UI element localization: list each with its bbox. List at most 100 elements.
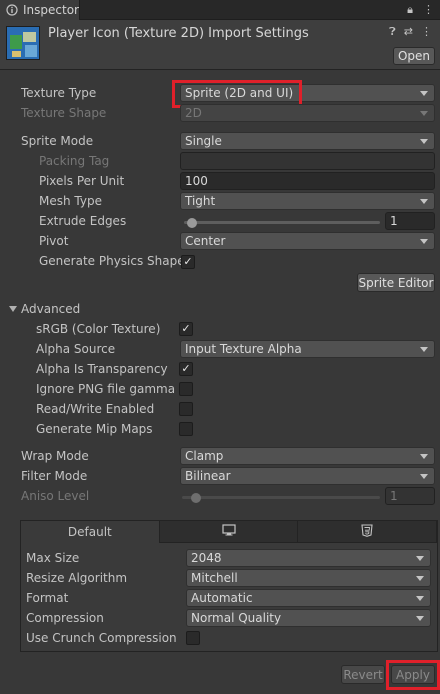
chevron-down-icon (420, 474, 428, 479)
max-size-dropdown[interactable]: 2048 (186, 549, 431, 567)
tab-default-label: Default (67, 525, 112, 539)
tab-webgl[interactable] (298, 521, 438, 543)
sprite-mode-dropdown[interactable]: Single (180, 132, 435, 150)
open-button[interactable]: Open (393, 47, 435, 65)
read-write-row: Read/Write Enabled (0, 400, 440, 420)
sprite-editor-button[interactable]: Sprite Editor (357, 273, 435, 292)
format-label: Format (26, 591, 69, 605)
tab-default[interactable]: Default (21, 521, 160, 543)
compression-dropdown[interactable]: Normal Quality (186, 609, 431, 627)
wrap-mode-dropdown[interactable]: Clamp (180, 447, 435, 465)
pivot-row: Pivot Center (0, 232, 440, 252)
tab-standalone[interactable] (159, 521, 299, 543)
chevron-down-icon (416, 616, 424, 621)
read-write-label: Read/Write Enabled (36, 402, 155, 416)
chevron-down-icon (416, 576, 424, 581)
filter-mode-row: Filter Mode Bilinear (0, 467, 440, 487)
format-dropdown[interactable]: Automatic (186, 589, 431, 607)
pixels-per-unit-row: Pixels Per Unit 100 (0, 172, 440, 192)
ignore-png-gamma-label: Ignore PNG file gamma (36, 382, 176, 396)
ignore-png-gamma-row: Ignore PNG file gamma (0, 380, 440, 400)
extrude-edges-row: Extrude Edges 1 (0, 212, 440, 232)
chevron-down-icon (420, 139, 428, 144)
srgb-row: sRGB (Color Texture) ✓ (0, 320, 440, 340)
tab-inspector[interactable]: Inspector (0, 0, 80, 20)
extrude-edges-field[interactable]: 1 (385, 212, 435, 230)
monitor-icon (221, 524, 236, 539)
compression-row: Compression Normal Quality (21, 609, 439, 629)
resize-algorithm-row: Resize Algorithm Mitchell (21, 569, 439, 589)
wrap-mode-label: Wrap Mode (21, 449, 89, 463)
aniso-level-row: Aniso Level 1 (0, 487, 440, 507)
resize-algorithm-dropdown[interactable]: Mitchell (186, 569, 431, 587)
generate-physics-shape-checkbox[interactable]: ✓ (181, 255, 195, 269)
texture-shape-dropdown: 2D (180, 104, 435, 122)
preset-icon[interactable]: ⇄ (404, 25, 413, 39)
max-size-value: 2048 (191, 551, 222, 565)
wrap-mode-value: Clamp (185, 449, 224, 463)
advanced-foldout[interactable]: Advanced (9, 302, 80, 316)
packing-tag-row: Packing Tag (0, 152, 440, 172)
crunch-checkbox[interactable] (186, 631, 200, 645)
compression-value: Normal Quality (191, 611, 282, 625)
html5-icon (361, 523, 373, 540)
extrude-edges-slider-track[interactable] (184, 221, 380, 224)
platform-settings: Default Max Size 2048 Resize Algorithm M… (20, 520, 438, 652)
texture-type-label: Texture Type (21, 86, 97, 100)
max-size-label: Max Size (26, 551, 80, 565)
pixels-per-unit-label: Pixels Per Unit (39, 174, 125, 188)
sprite-mode-label: Sprite Mode (21, 134, 94, 148)
srgb-checkbox[interactable]: ✓ (179, 322, 193, 336)
chevron-down-icon (416, 596, 424, 601)
info-icon (6, 4, 18, 16)
mesh-type-dropdown[interactable]: Tight (180, 192, 435, 210)
aniso-level-field: 1 (385, 487, 435, 505)
pixels-per-unit-field[interactable]: 100 (180, 172, 435, 190)
mesh-type-label: Mesh Type (39, 194, 102, 208)
chevron-down-icon (420, 454, 428, 459)
tab-bar: Inspector 🔒︎ ⋮ (0, 0, 440, 20)
more-vertical-icon[interactable]: ⋮ (421, 25, 432, 39)
format-value: Automatic (191, 591, 253, 605)
more-vertical-icon[interactable]: ⋮ (423, 3, 434, 17)
pivot-dropdown[interactable]: Center (180, 232, 435, 250)
mesh-type-value: Tight (185, 194, 216, 208)
aniso-level-label: Aniso Level (21, 489, 90, 503)
chevron-down-icon (420, 199, 428, 204)
alpha-source-label: Alpha Source (36, 342, 116, 356)
generate-physics-shape-row: Generate Physics Shape ✓ (0, 252, 440, 272)
texture-shape-row: Texture Shape 2D (0, 104, 440, 124)
srgb-label: sRGB (Color Texture) (36, 322, 161, 336)
format-row: Format Automatic (21, 589, 439, 609)
chevron-down-icon (420, 91, 428, 96)
crunch-row: Use Crunch Compression (21, 629, 439, 649)
help-icon[interactable]: ❓︎ (389, 25, 396, 39)
wrap-mode-row: Wrap Mode Clamp (0, 447, 440, 467)
extrude-edges-label: Extrude Edges (39, 214, 127, 228)
tab-label: Inspector (23, 3, 79, 17)
lock-icon[interactable]: 🔒︎ (407, 3, 413, 17)
revert-button[interactable]: Revert (341, 665, 385, 684)
resize-algorithm-label: Resize Algorithm (26, 571, 128, 585)
alpha-is-transparency-checkbox[interactable]: ✓ (179, 362, 193, 376)
aniso-level-slider-thumb (191, 493, 201, 503)
aniso-level-slider-track (182, 496, 380, 499)
extrude-edges-slider-thumb[interactable] (187, 218, 197, 228)
alpha-is-transparency-label: Alpha Is Transparency (36, 362, 168, 376)
alpha-source-dropdown[interactable]: Input Texture Alpha (180, 340, 435, 358)
texture-shape-label: Texture Shape (21, 106, 107, 120)
filter-mode-dropdown[interactable]: Bilinear (180, 467, 435, 485)
mip-maps-label: Generate Mip Maps (36, 422, 153, 436)
filter-mode-label: Filter Mode (21, 469, 88, 483)
asset-title: Player Icon (Texture 2D) Import Settings (48, 26, 309, 41)
alpha-is-transparency-row: Alpha Is Transparency ✓ (0, 360, 440, 380)
asset-header: Player Icon (Texture 2D) Import Settings… (0, 20, 440, 70)
alpha-source-value: Input Texture Alpha (185, 342, 302, 356)
mip-maps-checkbox[interactable] (179, 422, 193, 436)
ignore-png-gamma-checkbox[interactable] (179, 382, 193, 396)
platform-tabs: Default (21, 521, 438, 543)
chevron-down-icon (416, 556, 424, 561)
filter-mode-value: Bilinear (185, 469, 231, 483)
read-write-checkbox[interactable] (179, 402, 193, 416)
mesh-type-row: Mesh Type Tight (0, 192, 440, 212)
